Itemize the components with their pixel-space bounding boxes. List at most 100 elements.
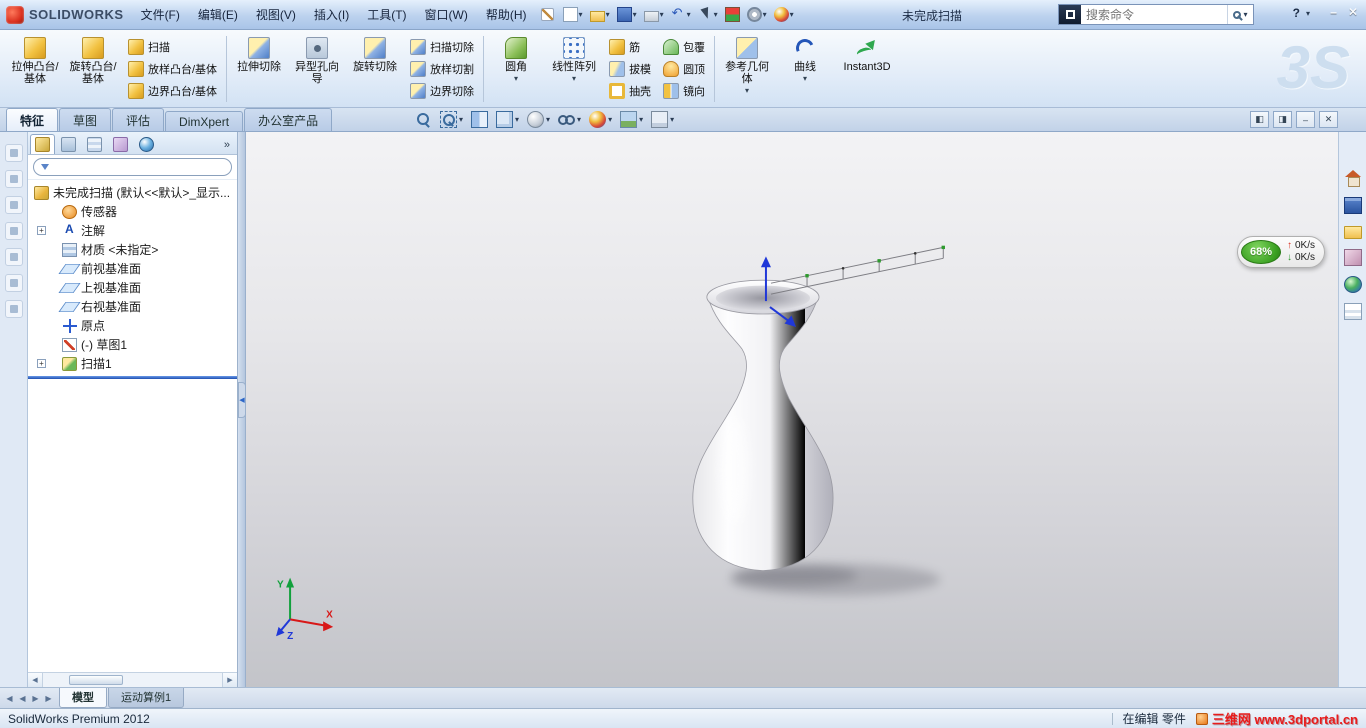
tab-scroll-icon[interactable]: ▶ <box>42 694 55 703</box>
viewport[interactable]: Y X Z 68% ↑ 0K/s ↓ 0K/s <box>246 132 1338 687</box>
tab-scroll-icon[interactable]: ▶ <box>29 694 42 703</box>
custom-properties-icon[interactable] <box>1343 303 1362 320</box>
command-tab[interactable]: 评估 <box>112 108 165 131</box>
docked-toolbar-icon[interactable] <box>4 170 23 188</box>
zoom-to-fit-button[interactable] <box>415 111 432 128</box>
design-library-icon[interactable] <box>1343 197 1362 214</box>
ink-markup-icon[interactable] <box>540 8 554 21</box>
tree-item[interactable]: + 上视基准面 <box>28 278 237 297</box>
ribbon-small-button[interactable]: 抽壳 <box>604 81 656 101</box>
display-style-button[interactable]: ▾ <box>527 111 550 128</box>
help-button[interactable]: ? ▾ <box>1293 6 1310 20</box>
pane-left-button[interactable]: ◧ <box>1250 111 1269 128</box>
scroll-left-icon[interactable]: ◀ <box>28 673 43 687</box>
dropdown-chevron-icon[interactable]: ▾ <box>803 74 807 83</box>
appearances-scenes-icon[interactable] <box>1343 276 1362 293</box>
featuremanager-tree-tab[interactable] <box>30 134 55 154</box>
ribbon-small-button[interactable]: 筋 <box>604 37 656 57</box>
view-palette-icon[interactable] <box>1343 249 1362 266</box>
minimize-window-icon[interactable]: – <box>1330 5 1337 19</box>
configurationmanager-tab[interactable] <box>82 134 107 154</box>
expand-toggle[interactable]: + <box>37 359 46 368</box>
tree-item[interactable]: + 材质 <未指定> <box>28 240 237 259</box>
ribbon-small-button[interactable]: 圆顶 <box>658 59 710 79</box>
document-tab[interactable]: 运动算例1 <box>108 688 185 708</box>
propertymanager-tab[interactable] <box>56 134 81 154</box>
document-tab[interactable]: 模型 <box>59 688 107 708</box>
close-document-button[interactable]: ✕ <box>1319 111 1338 128</box>
menu-item[interactable]: 帮助(H) <box>477 2 536 27</box>
tree-item[interactable]: + 前视基准面 <box>28 259 237 278</box>
pane-right-button[interactable]: ◨ <box>1273 111 1292 128</box>
command-tab[interactable]: 特征 <box>6 108 59 131</box>
tree-item[interactable]: + 原点 <box>28 316 237 335</box>
tree-item[interactable]: + 扫描1 <box>28 354 237 373</box>
tree-root-item[interactable]: 未完成扫描 (默认<<默认>_显示... <box>28 183 237 202</box>
panel-overflow-chevron[interactable]: » <box>219 139 235 154</box>
save-button[interactable]: ▾ <box>615 5 639 24</box>
panel-collapse-handle[interactable]: ◀ <box>238 382 246 418</box>
edit-appearance-button[interactable]: ▾ <box>772 5 796 24</box>
extruded-boss-base-button[interactable]: 拉伸凸台/基体 <box>7 33 63 105</box>
scroll-right-icon[interactable]: ▶ <box>222 673 237 687</box>
command-tab[interactable]: 办公室产品 <box>244 108 333 131</box>
dimxpertmanager-tab[interactable] <box>108 134 133 154</box>
menu-item[interactable]: 工具(T) <box>358 2 415 27</box>
menu-item[interactable]: 窗口(W) <box>416 2 477 27</box>
extruded-cut-button[interactable]: 拉伸切除 <box>231 33 287 105</box>
view-orientation-button[interactable]: ▾ <box>496 111 519 128</box>
minimize-document-button[interactable]: – <box>1296 111 1315 128</box>
view-settings-button[interactable]: ▾ <box>651 111 674 128</box>
ribbon-small-button[interactable]: 放样切割 <box>405 59 479 79</box>
search-input[interactable] <box>1081 7 1227 22</box>
menu-item[interactable]: 插入(I) <box>305 2 358 27</box>
panel-horizontal-scrollbar[interactable]: ◀ ▶ <box>28 672 237 687</box>
ribbon-small-button[interactable]: 扫描切除 <box>405 37 479 57</box>
tree-filter[interactable] <box>33 158 232 176</box>
open-button[interactable]: ▾ <box>588 5 612 24</box>
instant3d-button[interactable]: Instant3D <box>835 33 899 105</box>
ribbon-small-button[interactable]: 边界切除 <box>405 81 479 101</box>
zoom-to-area-button[interactable]: ▾ <box>440 111 463 128</box>
revolved-cut-button[interactable]: 旋转切除 <box>347 33 403 105</box>
hole-wizard-button[interactable]: 异型孔向导 <box>289 33 345 105</box>
docked-toolbar-icon[interactable] <box>4 300 23 318</box>
tree-item[interactable]: + 传感器 <box>28 202 237 221</box>
scrollbar-thumb[interactable] <box>69 675 123 685</box>
vase-body[interactable] <box>692 296 834 572</box>
expand-toggle[interactable]: + <box>37 226 46 235</box>
rebuild-button[interactable] <box>723 5 742 24</box>
ribbon-small-button[interactable]: 放样凸台/基体 <box>123 59 222 79</box>
rollback-bar[interactable] <box>28 376 237 379</box>
menu-item[interactable]: 文件(F) <box>132 2 189 27</box>
tree-item[interactable]: + (-) 草图1 <box>28 335 237 354</box>
command-tab[interactable]: DimXpert <box>165 111 244 131</box>
tree-item[interactable]: + 注解 <box>28 221 237 240</box>
dropdown-chevron-icon[interactable]: ▾ <box>572 74 576 83</box>
docked-toolbar-icon[interactable] <box>4 196 23 214</box>
reference-geometry-button[interactable]: 参考几何体 ▾ <box>719 33 775 105</box>
ribbon-small-button[interactable]: 扫描 <box>123 37 222 57</box>
network-speed-widget[interactable]: 68% ↑ 0K/s ↓ 0K/s <box>1236 236 1325 268</box>
tree-filter-input[interactable] <box>54 161 224 173</box>
tab-scroll-icon[interactable]: ◀ <box>16 694 29 703</box>
docked-toolbar-icon[interactable] <box>4 248 23 266</box>
curves-button[interactable]: 曲线 ▾ <box>777 33 833 105</box>
panel-splitter[interactable]: ◀ <box>238 132 246 687</box>
new-document-button[interactable]: ▾ <box>561 5 585 24</box>
print-button[interactable]: ▾ <box>642 5 666 24</box>
options-button[interactable]: ▾ <box>745 5 769 24</box>
apply-scene-button[interactable]: ▾ <box>620 111 643 128</box>
docked-toolbar-icon[interactable] <box>4 274 23 292</box>
scrollbar-track[interactable] <box>43 673 222 687</box>
tree-item[interactable]: + 右视基准面 <box>28 297 237 316</box>
ribbon-small-button[interactable]: 拔模 <box>604 59 656 79</box>
dropdown-chevron-icon[interactable]: ▾ <box>514 74 518 83</box>
tab-scroll-icon[interactable]: ◀ <box>3 694 16 703</box>
search-scope-icon[interactable] <box>1059 5 1081 24</box>
solidworks-resources-icon[interactable] <box>1344 170 1362 187</box>
search-button[interactable]: ▾ <box>1227 5 1253 24</box>
dropdown-chevron-icon[interactable]: ▾ <box>745 86 749 95</box>
ribbon-small-button[interactable]: 边界凸台/基体 <box>123 81 222 101</box>
edit-appearance-button-viewport[interactable]: ▾ <box>589 111 612 128</box>
